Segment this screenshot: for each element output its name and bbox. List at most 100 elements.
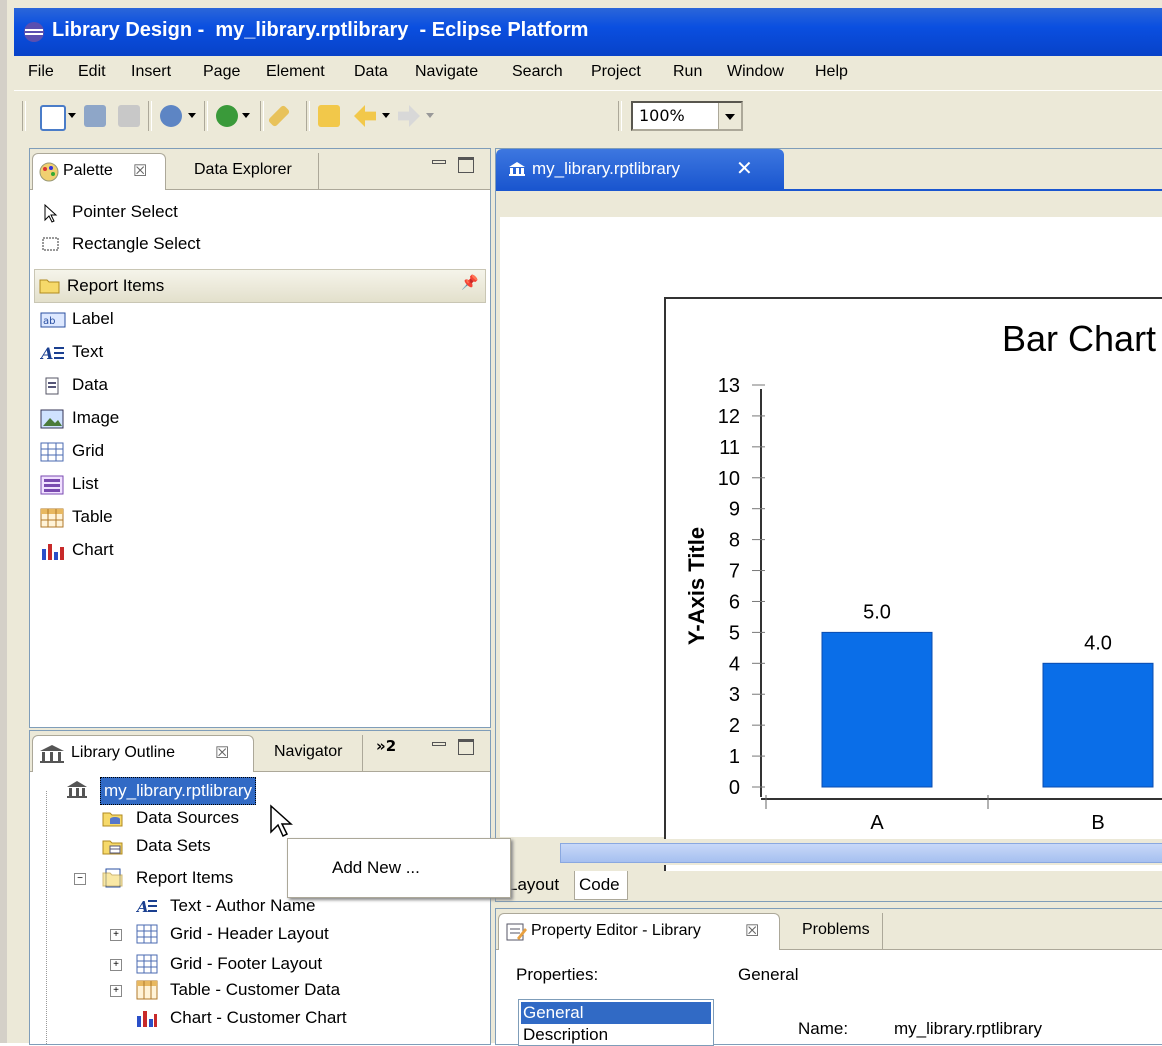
tree-item-chart-customer[interactable]: Chart - Customer Chart — [136, 1005, 436, 1033]
close-icon[interactable]: ☒ — [133, 161, 147, 181]
mouse-cursor-icon — [270, 804, 293, 838]
y-tick-label: 1 — [729, 746, 740, 768]
y-tick-label: 13 — [718, 375, 740, 397]
run-dropdown-arrow[interactable] — [242, 113, 250, 118]
expand-toggle-icon[interactable]: + — [110, 959, 122, 971]
tree-item-grid-footer[interactable]: + Grid - Footer Layout — [110, 951, 390, 979]
chart-report-item[interactable]: Bar Chart Y-Axis Title X-Axis Title 0123… — [664, 297, 1162, 889]
eclipse-app-icon — [24, 22, 44, 42]
drawer-report-items-label: Report Items — [67, 276, 165, 295]
property-editor-tabbar: Property Editor - Library ☒ Problems — [496, 909, 1162, 950]
close-icon[interactable]: ✕ — [736, 156, 753, 180]
title-bar[interactable]: Library Design - my_library.rptlibrary -… — [14, 8, 1162, 56]
y-tick-label: 10 — [718, 468, 740, 490]
drawer-report-items[interactable]: Report Items 📌 — [34, 269, 486, 303]
minimize-icon[interactable] — [432, 739, 446, 753]
menu-run[interactable]: Run — [673, 63, 702, 81]
editor-canvas[interactable]: Bar Chart Y-Axis Title X-Axis Title 0123… — [500, 217, 1162, 889]
x-category-label: B — [1091, 812, 1104, 834]
toolbar-separator — [618, 101, 622, 131]
menu-file[interactable]: File — [28, 63, 54, 81]
category-description[interactable]: Description — [523, 1025, 608, 1045]
tool-rectangle-select-label: Rectangle Select — [72, 234, 201, 253]
menu-navigate[interactable]: Navigate — [415, 63, 478, 81]
rectangle-select-icon — [42, 237, 59, 251]
menu-help[interactable]: Help — [815, 63, 848, 81]
scrollbar-thumb[interactable] — [560, 843, 1162, 863]
tab-property-editor[interactable]: Property Editor - Library ☒ — [498, 913, 780, 950]
toolbar-separator — [148, 101, 152, 131]
collapse-toggle-icon[interactable]: − — [74, 873, 86, 885]
pen-icon[interactable] — [267, 104, 291, 128]
tab-property-editor-label: Property Editor - Library — [531, 922, 701, 939]
category-general-label: General — [523, 1003, 584, 1022]
menu-edit[interactable]: Edit — [78, 63, 106, 81]
palette-item-table-label: Table — [72, 507, 113, 526]
y-tick-label: 4 — [729, 653, 740, 675]
tab-navigator[interactable]: Navigator — [262, 735, 363, 771]
palette-tabbar: Palette ☒ Data Explorer — [30, 149, 490, 190]
palette-item-image-label: Image — [72, 408, 120, 427]
menu-page[interactable]: Page — [203, 63, 240, 81]
print-icon[interactable] — [118, 105, 140, 127]
category-general[interactable]: General — [521, 1002, 711, 1024]
close-icon[interactable]: ☒ — [745, 921, 759, 941]
data-label: 4.0 — [1084, 632, 1112, 654]
menu-data[interactable]: Data — [354, 63, 388, 81]
close-icon[interactable]: ☒ — [215, 743, 229, 763]
tab-library-outline-label: Library Outline — [71, 744, 176, 761]
tab-palette-label: Palette — [63, 162, 113, 179]
menu-window[interactable]: Window — [727, 63, 784, 81]
menu-project[interactable]: Project — [591, 63, 641, 81]
image-icon — [40, 409, 64, 429]
tool-pointer-select[interactable]: Pointer Select — [36, 197, 482, 227]
new-dropdown-arrow[interactable] — [68, 113, 76, 118]
tab-data-explorer[interactable]: Data Explorer — [178, 153, 319, 189]
maximize-icon[interactable] — [458, 157, 474, 173]
library-icon — [67, 781, 87, 798]
new-file-icon[interactable] — [40, 105, 66, 131]
maximize-icon[interactable] — [458, 739, 474, 755]
category-list[interactable]: General Description — [518, 999, 714, 1046]
horizontal-scrollbar[interactable] — [516, 839, 1162, 865]
menu-search[interactable]: Search — [512, 63, 563, 81]
expand-toggle-icon[interactable]: + — [110, 985, 122, 997]
tab-library-outline[interactable]: Library Outline ☒ — [32, 735, 254, 772]
tree-item-grid-header[interactable]: + Grid - Header Layout — [110, 921, 390, 949]
tree-item-text-author-label: Text - Author Name — [170, 896, 316, 915]
menu-insert[interactable]: Insert — [131, 63, 171, 81]
tab-palette[interactable]: Palette ☒ — [32, 153, 166, 190]
back-arrow-icon[interactable] — [354, 105, 376, 127]
view-overflow-chevron[interactable]: »2 — [376, 737, 396, 755]
name-value[interactable]: my_library.rptlibrary — [894, 1019, 1042, 1039]
expand-toggle-icon[interactable]: + — [110, 929, 122, 941]
editor-tab[interactable]: my_library.rptlibrary ✕ — [496, 149, 784, 189]
chevron-down-icon[interactable] — [718, 103, 741, 129]
palette-item-grid-label: Grid — [72, 441, 105, 460]
tree-root-library-label: my_library.rptlibrary — [100, 777, 256, 805]
zoom-select[interactable]: 100% — [631, 101, 743, 131]
tree-item-grid-footer-label: Grid - Footer Layout — [170, 954, 323, 973]
tab-problems[interactable]: Problems — [790, 913, 883, 949]
minimize-icon[interactable] — [432, 157, 446, 171]
save-icon[interactable] — [84, 105, 106, 127]
back-dropdown-arrow[interactable] — [382, 113, 390, 118]
pin-icon[interactable]: 📌 — [461, 275, 478, 291]
tab-layout[interactable]: Layout — [508, 875, 559, 895]
forward-arrow-icon[interactable] — [398, 105, 420, 127]
palette-item-data-label: Data — [72, 375, 108, 394]
preview-dropdown-arrow[interactable] — [188, 113, 196, 118]
toolbar-separator — [306, 101, 310, 131]
last-edit-icon[interactable] — [318, 105, 340, 127]
tab-code[interactable]: Code — [574, 871, 628, 900]
menu-bar: File Edit Insert Page Element Data Navig… — [14, 56, 1162, 90]
tool-rectangle-select[interactable]: Rectangle Select — [36, 229, 482, 259]
menu-item-add-new[interactable]: Add New ... — [332, 858, 420, 878]
text-icon: A — [40, 344, 64, 363]
globe-preview-icon[interactable] — [160, 105, 182, 127]
menu-element[interactable]: Element — [266, 63, 325, 81]
run-icon[interactable] — [216, 105, 238, 127]
y-tick-label: 5 — [729, 622, 740, 644]
forward-dropdown-arrow[interactable] — [426, 113, 434, 118]
tree-item-table-customer[interactable]: + Table - Customer Data — [110, 977, 410, 1005]
